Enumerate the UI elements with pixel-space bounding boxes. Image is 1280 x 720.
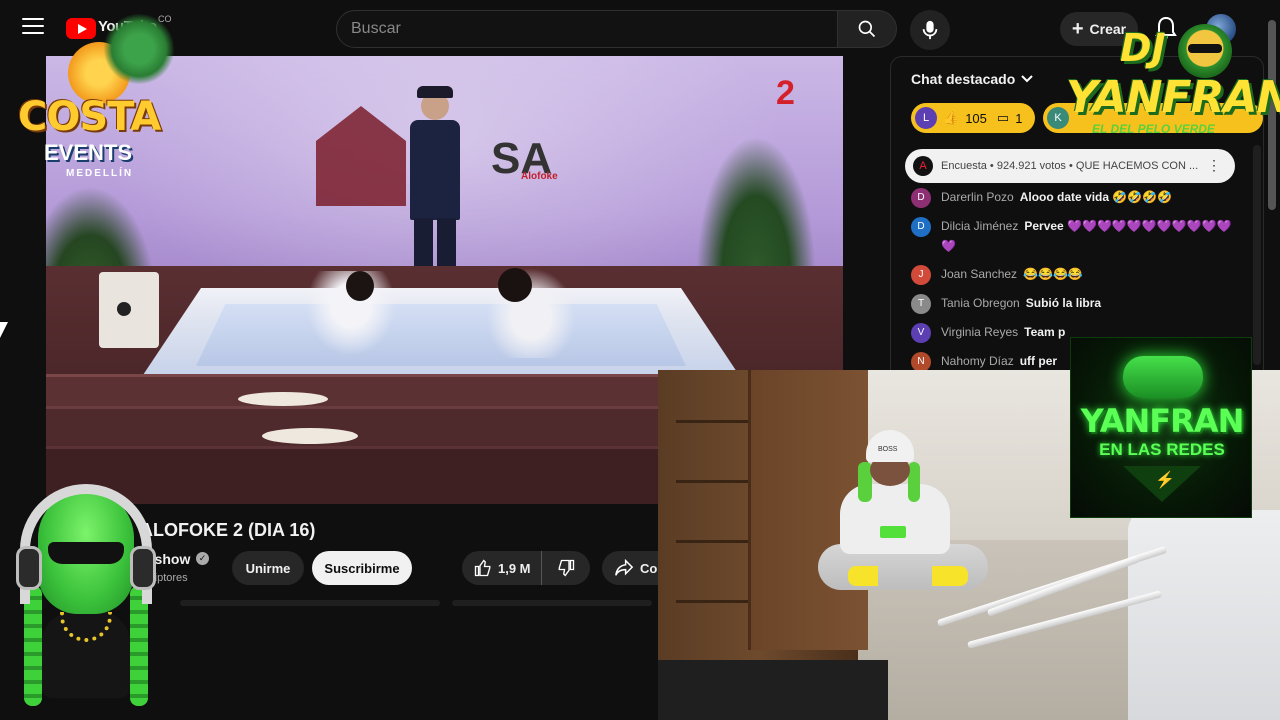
search-button[interactable] — [837, 10, 897, 48]
video-number-badge: 2 — [776, 74, 795, 112]
gamepad-icon — [1123, 356, 1203, 398]
share-label: Co — [640, 560, 658, 576]
chat-avatar: J — [911, 265, 931, 285]
webcam-shoes — [848, 566, 968, 586]
voice-search-button[interactable] — [910, 10, 950, 50]
chat-avatar: D — [911, 217, 931, 237]
recommendation-placeholder — [180, 600, 440, 606]
dj-logo-tagline: EL DEL PELO VERDE — [1092, 122, 1215, 136]
chat-text: Team p — [1024, 325, 1066, 339]
cap-text: BOSS — [878, 446, 898, 453]
dj-yanfran-logo: DJ YANFRAN EL DEL PELO VERDE — [1062, 22, 1280, 154]
chat-message[interactable]: D Darerlin Pozo Alooo date vida 🤣🤣🤣🤣 — [911, 187, 1241, 208]
costa-logo-events: EVENTS — [44, 140, 133, 165]
chat-author: Tania Obregon — [941, 296, 1020, 310]
dj-logo-name: YANFRAN — [1066, 72, 1280, 123]
thumbs-up-icon — [474, 559, 491, 577]
chat-text: Subió la libra — [1025, 296, 1102, 310]
video-title: ALOFOKE 2 (DIA 16) — [140, 520, 316, 540]
costa-palm-graphic — [104, 14, 174, 84]
video-person-right — [486, 268, 576, 358]
dislike-button[interactable] — [542, 551, 590, 585]
screen: YouTube CO + Crear SA Alofoke 2 — [0, 0, 1280, 720]
verified-check-icon: ✓ — [196, 552, 209, 565]
chat-body: Tania Obregon Subió la libra — [941, 293, 1101, 313]
dj-logo-prefix: DJ — [1120, 26, 1166, 70]
chat-text: Alooo date vida 🤣🤣🤣🤣 — [1019, 190, 1173, 204]
like-button[interactable]: 1,9 M — [462, 551, 542, 585]
chat-author: Virginia Reyes — [941, 325, 1019, 339]
poll-banner[interactable]: A Encuesta • 924.921 votos • QUE HACEMOS… — [905, 149, 1235, 183]
video-step-light — [262, 428, 358, 444]
search-input[interactable] — [337, 11, 837, 47]
lightning-icon: ⚡ — [1155, 472, 1175, 489]
chat-author: Dilcia Jiménez — [941, 219, 1019, 233]
thumbs-down-icon — [558, 559, 574, 577]
poll-text: Encuesta • 924.921 votos • QUE HACEMOS C… — [941, 160, 1199, 172]
chat-avatar: T — [911, 294, 931, 314]
microphone-icon — [922, 20, 938, 40]
chat-author: Joan Sanchez — [941, 267, 1018, 281]
wall-logo-brand: Alofoke — [521, 171, 558, 182]
ticker-avatar: L — [915, 107, 937, 129]
chat-avatar: N — [911, 352, 931, 371]
search-icon — [858, 20, 876, 38]
dj-emoji-face — [1178, 24, 1232, 78]
chat-message[interactable]: T Tania Obregon Subió la libra — [911, 293, 1241, 314]
super-chat-ticker[interactable]: L 👍 105 ▭ 1 — [911, 103, 1035, 133]
badge-name: YANFRAN — [1080, 402, 1245, 440]
video-speaker — [99, 272, 159, 348]
chat-text: uff per — [1019, 354, 1058, 368]
video-person-left — [306, 271, 396, 356]
chat-mode-selector[interactable]: Chat destacado — [911, 71, 1033, 87]
chat-scrollbar[interactable] — [1253, 145, 1261, 365]
chevron-down-icon — [1021, 75, 1033, 83]
chat-avatar: V — [911, 323, 931, 343]
thumbs-up-icon: 👍 — [943, 110, 960, 125]
chat-body: Darerlin Pozo Alooo date vida 🤣🤣🤣🤣 — [941, 187, 1172, 207]
chat-author: Nahomy Díaz — [941, 354, 1014, 368]
chat-avatar: D — [911, 188, 931, 208]
yanfran-social-badge: YANFRAN EN LAS REDES ⚡ — [1070, 337, 1252, 518]
badge-subtitle: EN LAS REDES — [1099, 440, 1225, 459]
phone-screen — [880, 526, 906, 538]
ticker-comment-count: 1 — [1015, 110, 1023, 126]
costa-logo-word: COSTA — [18, 94, 161, 140]
video-step-light — [238, 392, 328, 406]
webcam-foreground — [658, 660, 888, 720]
chat-author: Darerlin Pozo — [941, 190, 1014, 204]
chat-mode-label: Chat destacado — [911, 71, 1016, 87]
search-box[interactable] — [336, 10, 838, 48]
costa-logo-city: MEDELLÍN — [66, 168, 134, 179]
like-dislike-group: 1,9 M — [462, 551, 590, 585]
chat-message[interactable]: D Dilcia Jiménez Pervee 💜💜💜💜💜💜💜💜💜💜💜💜 — [911, 216, 1241, 256]
chat-body: Joan Sanchez 😂😂😂😂 — [941, 264, 1083, 284]
sunglasses-icon — [48, 542, 124, 564]
chat-body: Nahomy Díaz uff per — [941, 351, 1057, 371]
poll-channel-avatar: A — [913, 156, 933, 176]
share-arrow-icon — [615, 559, 634, 576]
comment-icon: ▭ — [996, 110, 1010, 125]
costa-events-logo: COSTA EVENTS MEDELLÍN — [16, 14, 186, 184]
chat-text: 😂😂😂😂 — [1023, 267, 1083, 281]
chat-body: Virginia Reyes Team p — [941, 322, 1065, 342]
subscribe-button[interactable]: Suscribirme — [312, 551, 412, 585]
like-count: 1,9 M — [498, 560, 531, 576]
recommendation-placeholder — [452, 600, 652, 606]
chat-message[interactable]: J Joan Sanchez 😂😂😂😂 — [911, 264, 1241, 285]
join-button[interactable]: Unirme — [232, 551, 304, 585]
more-vert-icon[interactable]: ⋮ — [1207, 157, 1221, 174]
mouse-cursor-icon — [0, 322, 8, 338]
chat-body: Dilcia Jiménez Pervee 💜💜💜💜💜💜💜💜💜💜💜💜 — [941, 216, 1241, 256]
video-tub-water — [196, 304, 686, 366]
ticker-like-count: 105 — [965, 110, 987, 126]
alien-mascot — [16, 476, 156, 712]
